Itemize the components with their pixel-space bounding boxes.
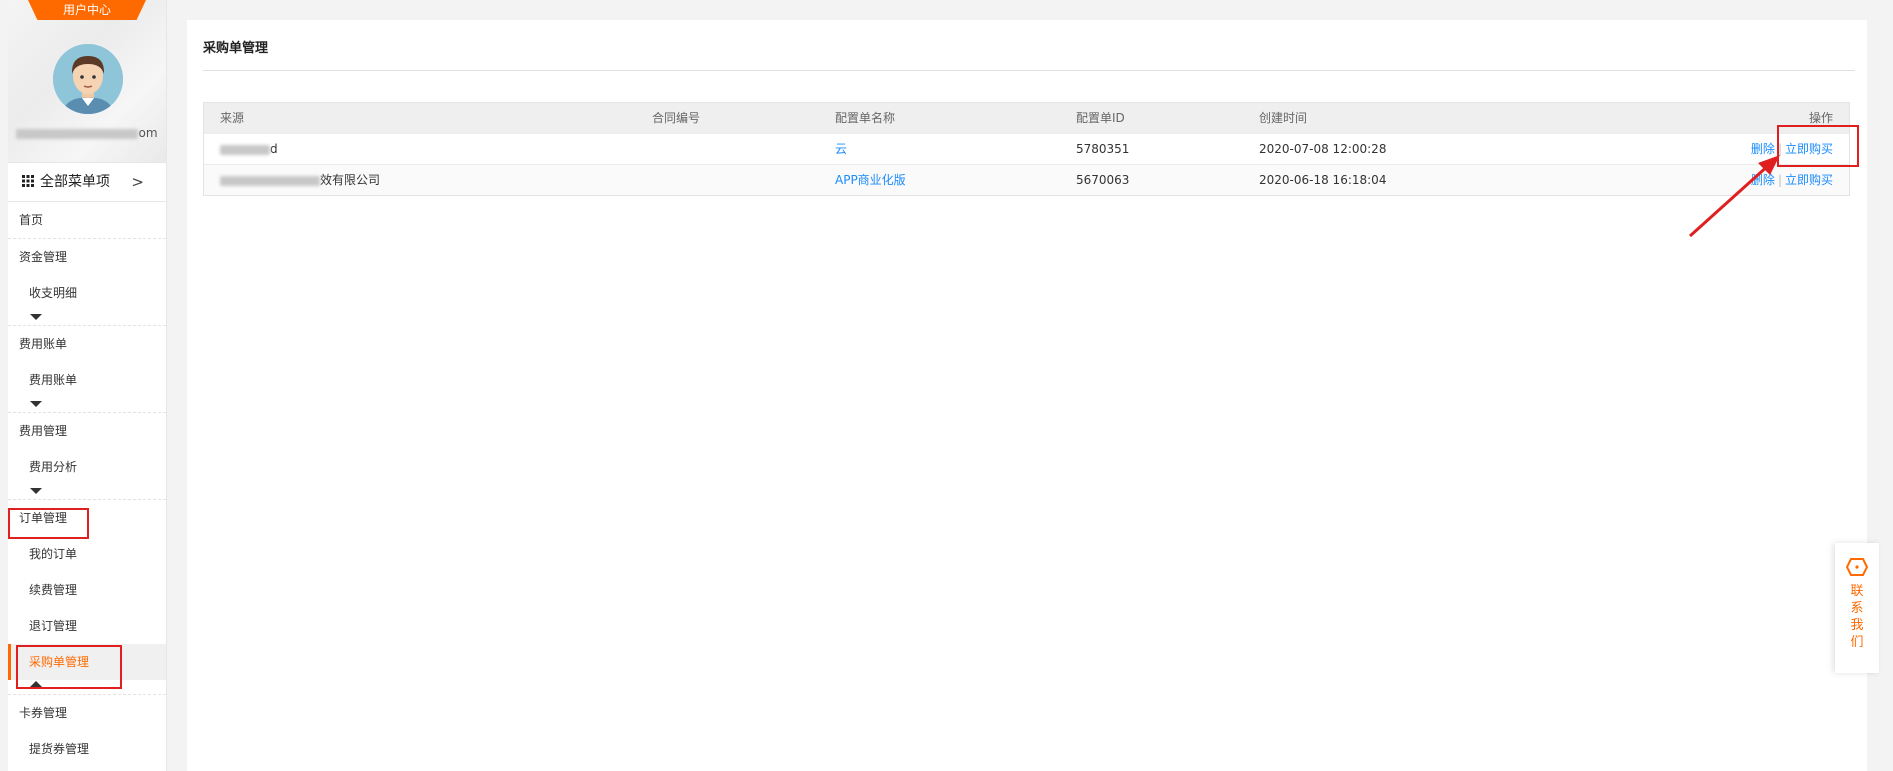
collapse-toggle[interactable]	[8, 680, 166, 695]
collapse-toggle[interactable]	[8, 485, 166, 500]
nav-renewal[interactable]: 续费管理	[8, 572, 166, 608]
col-config-name: 配置单名称	[835, 111, 896, 125]
delete-link[interactable]: 删除	[1751, 173, 1775, 187]
nav-home[interactable]: 首页	[8, 202, 166, 239]
actions-cell: 删除 | 立即购买	[1751, 134, 1833, 164]
source-cell: d	[220, 134, 278, 164]
all-menu-button[interactable]: 全部菜单项 >	[8, 163, 166, 202]
nav-unsubscribe[interactable]: 退订管理	[8, 608, 166, 644]
triangle-up-icon	[30, 681, 42, 687]
col-config-id: 配置单ID	[1076, 111, 1125, 125]
divider	[203, 70, 1855, 71]
created-cell: 2020-07-08 12:00:28	[1259, 142, 1387, 156]
triangle-down-icon	[30, 401, 42, 407]
nav-funds[interactable]: 资金管理	[8, 239, 166, 275]
user-email: om	[8, 126, 166, 140]
config-name-link[interactable]: 云	[835, 134, 847, 164]
main-panel: 采购单管理 来源 合同编号 配置单名称 配置单ID 创建时间 操作 d 云 57…	[187, 20, 1867, 771]
nav-coupons[interactable]: 卡券管理	[8, 695, 166, 731]
col-actions: 操作	[1808, 111, 1833, 125]
table-header: 来源 合同编号 配置单名称 配置单ID 创建时间 操作	[204, 103, 1849, 133]
avatar-face-icon	[53, 44, 123, 114]
nav-bills-sub[interactable]: 费用账单	[8, 362, 166, 398]
all-menu-label: 全部菜单项	[40, 174, 110, 190]
created-cell: 2020-06-18 16:18:04	[1259, 173, 1387, 187]
table-row: d 云 5780351 2020-07-08 12:00:28 删除 | 立即购买	[204, 133, 1849, 164]
grid-icon	[22, 175, 34, 187]
purchase-order-table: 来源 合同编号 配置单名称 配置单ID 创建时间 操作 d 云 5780351 …	[203, 102, 1850, 196]
nav-purchase-orders[interactable]: 采购单管理	[8, 644, 166, 680]
user-center-badge: 用户中心	[28, 0, 146, 20]
col-contract: 合同编号	[652, 111, 701, 125]
config-id-cell: 5780351	[1076, 142, 1130, 156]
nav-fee-analysis[interactable]: 费用分析	[8, 449, 166, 485]
nav-funds-detail[interactable]: 收支明细	[8, 275, 166, 311]
redacted-source	[220, 175, 320, 186]
table-row: 效有限公司 APP商业化版 5670063 2020-06-18 16:18:0…	[204, 164, 1849, 195]
col-source: 来源	[220, 111, 245, 125]
nav-fee-management[interactable]: 费用管理	[8, 413, 166, 449]
separator: |	[1777, 142, 1782, 156]
nav-my-orders[interactable]: 我的订单	[8, 536, 166, 572]
config-id-cell: 5670063	[1076, 173, 1130, 187]
profile-panel: 用户中心 om	[8, 0, 166, 163]
contact-us-button[interactable]: 联系我们	[1835, 543, 1879, 673]
redacted-source	[220, 144, 270, 155]
nav-orders[interactable]: 订单管理	[8, 500, 166, 536]
redacted-email	[16, 128, 139, 139]
triangle-down-icon	[30, 488, 42, 494]
nav-bills[interactable]: 费用账单	[8, 326, 166, 362]
actions-cell: 删除 | 立即购买	[1751, 165, 1833, 195]
col-created: 创建时间	[1259, 111, 1308, 125]
contact-us-label: 联系我们	[1850, 584, 1864, 650]
separator: |	[1777, 173, 1782, 187]
delete-link[interactable]: 删除	[1751, 142, 1775, 156]
chat-icon	[1845, 558, 1869, 576]
collapse-toggle[interactable]	[8, 311, 166, 326]
buy-now-link[interactable]: 立即购买	[1785, 142, 1833, 156]
triangle-down-icon	[30, 314, 42, 320]
collapse-toggle[interactable]	[8, 398, 166, 413]
sidebar: 用户中心 om 全部菜单项 > 首页 资金管理 收支明细 费用账单 费用账单 费…	[8, 0, 167, 771]
avatar[interactable]	[53, 44, 123, 114]
page-title: 采购单管理	[203, 41, 269, 56]
nav-pickup-coupons[interactable]: 提货券管理	[8, 731, 166, 767]
config-name-link[interactable]: APP商业化版	[835, 165, 906, 195]
chevron-right-icon: >	[131, 173, 144, 191]
source-cell: 效有限公司	[220, 165, 380, 195]
buy-now-link[interactable]: 立即购买	[1785, 173, 1833, 187]
